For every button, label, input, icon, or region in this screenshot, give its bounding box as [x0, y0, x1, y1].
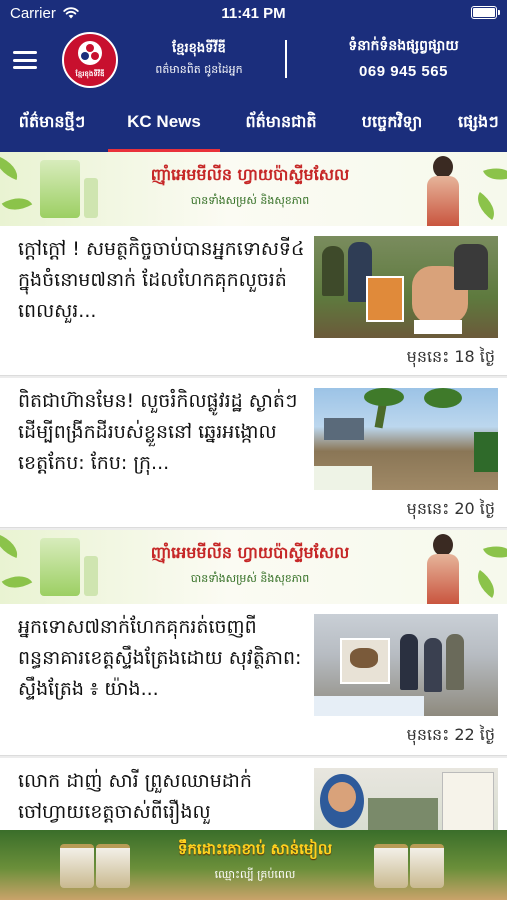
article-card[interactable]: អ្នកទោស៧នាក់ហែកគុករត់ចេញពីពន្ធនាគារខេត្ត… [0, 604, 507, 756]
article-thumbnail[interactable] [314, 236, 498, 338]
contact-phone[interactable]: 069 945 565 [300, 63, 507, 80]
ad-product-image [40, 538, 80, 596]
leaf-decoration [0, 156, 22, 180]
ad-product-image [84, 178, 98, 218]
ad-subtitle: បានទាំងសម្រស់ និងសុខភាព [190, 194, 310, 207]
brand-name: ខ្មែរខុងទីវីឌី [172, 41, 226, 56]
article-headline[interactable]: លោក ដាញ់ សារី ព្រួសឈាមដាក់ ចៅហ្វាយខេត្តច… [18, 766, 308, 828]
ad-title: ទឹកដោះគោខាប់ សាន់មៀល [177, 840, 333, 858]
hamburger-menu-icon[interactable] [13, 51, 37, 69]
tab-latest-news[interactable]: ព័ត៌មានថ្មីៗ [0, 96, 104, 152]
article-thumbnail[interactable] [314, 768, 498, 831]
app-logo: ខ្មែរខុងទីវីឌី [62, 32, 118, 88]
leaf-decoration [1, 568, 33, 596]
ad-product-image [410, 844, 444, 888]
tab-technology[interactable]: បច្ចេកវិទ្យា [342, 96, 442, 152]
battery-icon [471, 6, 500, 19]
ad-product-image [84, 556, 98, 596]
ad-product-image [374, 844, 408, 888]
leaf-decoration [483, 162, 507, 186]
article-timestamp: មុននេះ 22 ថ្ងៃ [406, 725, 495, 744]
article-thumbnail[interactable] [314, 614, 498, 716]
ad-model-image [423, 534, 463, 604]
leaf-decoration [470, 569, 502, 599]
article-thumbnail[interactable] [314, 388, 498, 490]
article-card[interactable]: លោក ដាញ់ សារី ព្រួសឈាមដាក់ ចៅហ្វាយខេត្តច… [0, 758, 507, 832]
leaf-decoration [1, 190, 33, 218]
article-card[interactable]: ពិតជាហ៊ានមែន! លួចរំកិលផ្លូវរដ្ឋ ស្ងាត់ៗដ… [0, 378, 507, 528]
ad-banner-bottom[interactable]: ទឹកដោះគោខាប់ សាន់មៀល ឈ្មោះល្បី គ្រប់ពេល [0, 830, 507, 900]
tab-kc-news[interactable]: KC News [108, 96, 220, 152]
logo-caption: ខ្មែរខុងទីវីឌី [75, 70, 105, 78]
ad-subtitle: ឈ្មោះល្បី គ្រប់ពេល [214, 868, 296, 881]
ad-product-image [40, 160, 80, 218]
article-headline[interactable]: អ្នកទោស៧នាក់ហែកគុករត់ចេញពីពន្ធនាគារខេត្ត… [18, 612, 308, 705]
status-bar: Carrier 11:41 PM [0, 0, 507, 28]
clock: 11:41 PM [221, 5, 286, 22]
ad-product-image [96, 844, 130, 888]
brand-block: ខ្មែរខុងទីវីឌី ពត៌មានពិត ជូនដៃអ្នក [124, 40, 274, 79]
ad-banner-middle[interactable]: ញ៉ាំអេមមីលីន ហ្វាយប៉ាស្ទីមសែល បានទាំងសម្… [0, 530, 507, 604]
article-headline[interactable]: ក្ដៅក្ដៅ ! សមត្ថកិច្ចចាប់បានអ្នកទោសទី៤ ក… [18, 234, 308, 327]
brand-slogan: ពត៌មានពិត ជូនដៃអ្នក [155, 63, 243, 76]
article-timestamp: មុននេះ 20 ថ្ងៃ [406, 499, 495, 518]
leaf-decoration [0, 534, 22, 558]
contact-label: ទំនាក់ទំនងផ្សព្វផ្សាយ [348, 38, 459, 54]
leaf-decoration [470, 191, 502, 221]
leaf-decoration [483, 540, 507, 564]
contact-block[interactable]: ទំនាក់ទំនងផ្សព្វផ្សាយ 069 945 565 [300, 36, 507, 80]
article-headline[interactable]: ពិតជាហ៊ានមែន! លួចរំកិលផ្លូវរដ្ឋ ស្ងាត់ៗដ… [18, 386, 308, 479]
logo-emblem-icon [78, 41, 102, 65]
ad-banner-top[interactable]: ញ៉ាំអេមមីលីន ហ្វាយប៉ាស្ទីមសែល បានទាំងសម្… [0, 152, 507, 226]
article-card[interactable]: ក្ដៅក្ដៅ ! សមត្ថកិច្ចចាប់បានអ្នកទោសទី៤ ក… [0, 226, 507, 376]
category-tabs: ព័ត៌មានថ្មីៗ KC News ព័ត៌មានជាតិ បច្ចេកវ… [0, 96, 507, 152]
ad-title: ញ៉ាំអេមមីលីន ហ្វាយប៉ាស្ទីមសែល [150, 543, 350, 562]
tab-others[interactable]: ផ្សេងៗ [458, 96, 507, 152]
ad-product-image [60, 844, 94, 888]
tab-national-news[interactable]: ព័ត៌មានជាតិ [232, 96, 330, 152]
ad-model-image [423, 156, 463, 226]
ad-title: ញ៉ាំអេមមីលីន ហ្វាយប៉ាស្ទីមសែល [150, 165, 350, 184]
ad-subtitle: បានទាំងសម្រស់ និងសុខភាព [190, 572, 310, 585]
app-header: Carrier 11:41 PM ខ្មែរខុងទីវីឌី ខ្មែរខុង… [0, 0, 507, 152]
header-divider [285, 40, 287, 78]
article-timestamp: មុននេះ 18 ថ្ងៃ [406, 347, 495, 366]
app-screen: Carrier 11:41 PM ខ្មែរខុងទីវីឌី ខ្មែរខុង… [0, 0, 507, 900]
